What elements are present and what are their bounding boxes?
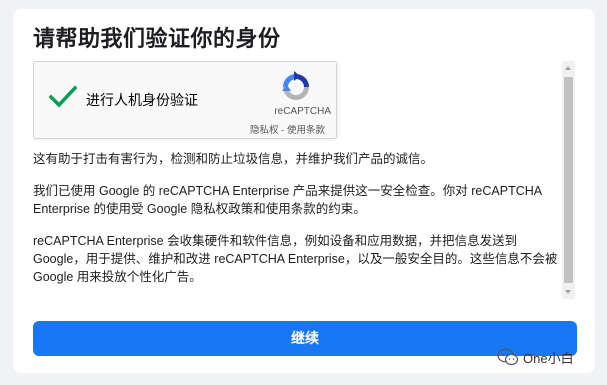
recaptcha-brand: reCAPTCHA [274,106,331,117]
check-icon[interactable] [48,82,78,112]
privacy-link[interactable]: 隐私权 [250,125,279,136]
vertical-scrollbar[interactable] [562,61,575,299]
paragraph-data-collection: reCAPTCHA Enterprise 会收集硬件和软件信息，例如设备和应用数… [33,234,558,284]
scroll-content[interactable]: 进行人机身份验证 reCAPTCHA 隐私权 - 使用条款 这有助于打击有害行为… [33,61,577,299]
terms-link[interactable]: 使用条款 [287,125,325,136]
recaptcha-logo-icon [282,71,309,100]
continue-button[interactable]: 继续 [33,321,577,356]
scroll-down-arrow-icon[interactable] [565,290,571,294]
watermark: One小白 [497,345,574,369]
wechat-icon [497,348,519,366]
scroll-up-arrow-icon[interactable] [565,66,571,70]
scrollbar-thumb[interactable] [564,77,573,283]
recaptcha-links: 隐私权 - 使用条款 [250,122,325,136]
recaptcha-label: 进行人机身份验证 [86,92,198,108]
verification-dialog: 请帮助我们验证你的身份 进行人机身份验证 reCAPTCHA 隐私权 - 使用条… [13,9,595,373]
links-separator: - [278,125,287,136]
recaptcha-widget: 进行人机身份验证 reCAPTCHA 隐私权 - 使用条款 [33,61,337,139]
watermark-text: One小白 [523,350,574,366]
dialog-title: 请帮助我们验证你的身份 [33,26,281,51]
paragraph-usage: 我们已使用 Google 的 reCAPTCHA Enterprise 产品来提… [33,184,542,216]
paragraph-purpose: 这有助于打击有害行为，检测和防止垃圾信息，并维护我们产品的诚信。 [33,152,434,166]
